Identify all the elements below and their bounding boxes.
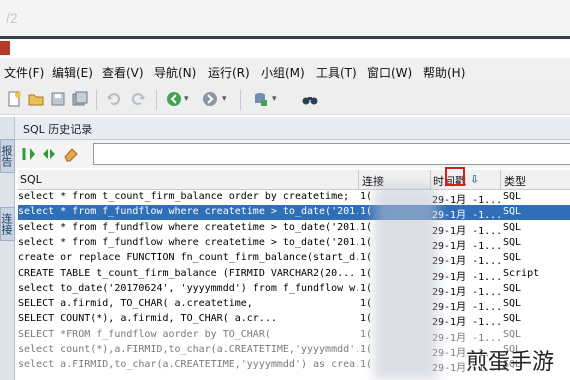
column-divider[interactable]: [358, 170, 359, 189]
left-tab-connections[interactable]: 连接: [0, 207, 15, 241]
table-row[interactable]: select * from f_fundflow where createtim…: [18, 221, 570, 237]
sql-cell: create or replace FUNCTION fn_count_firm…: [18, 252, 358, 264]
redo-icon[interactable]: [130, 91, 146, 107]
app-icon: [0, 41, 10, 55]
binoculars-icon[interactable]: [302, 91, 318, 107]
table-row[interactable]: select * from f_fundflow where createtim…: [18, 205, 570, 222]
type-cell: SQL: [503, 328, 522, 340]
sql-cell: select * from f_fundflow where createtim…: [18, 236, 358, 248]
sql-history-panel: SQL 历史记录 SQL 连接 时间戳 ⇩ 类型 select * from t…: [15, 117, 570, 380]
watermark-text: 煎蛋手游: [466, 350, 555, 375]
sql-cell: SELECT a.firmid, TO_CHAR( a.createtime,: [18, 298, 253, 310]
type-cell: SQL: [503, 298, 522, 310]
undo-icon[interactable]: [106, 91, 122, 107]
menu-view[interactable]: 查看(V): [102, 64, 144, 81]
left-tab-reports[interactable]: 报告: [0, 139, 15, 173]
eraser-icon[interactable]: [63, 146, 79, 162]
title-divider: [0, 36, 570, 39]
menu-run[interactable]: 运行(R): [208, 64, 250, 81]
replace-icon[interactable]: [41, 146, 57, 162]
menu-navigate[interactable]: 导航(N): [154, 64, 196, 81]
sql-cell: select * from t_count_firm_balance order…: [18, 191, 350, 202]
timestamp-cell: 29-1月 -1...: [432, 317, 500, 329]
panel-toolbar: [15, 140, 570, 168]
chevron-down-icon[interactable]: ▾: [272, 94, 277, 104]
save-all-icon[interactable]: [72, 91, 88, 107]
menu-team[interactable]: 小组(M): [261, 64, 305, 81]
column-header-type[interactable]: 类型: [504, 173, 526, 189]
sql-cell: select count(*),a.FIRMID,to_char(a.CREAT…: [18, 344, 358, 355]
sql-cell: select * from f_fundflow where createtim…: [18, 221, 358, 233]
chevron-down-icon[interactable]: ▾: [184, 94, 189, 104]
table-row[interactable]: SELECT COUNT(*), a.firmid, TO_CHAR( a.cr…: [18, 312, 570, 329]
timestamp-cell: 29-1月 -1...: [432, 210, 500, 222]
type-cell: SQL: [503, 191, 522, 202]
timestamp-cell: 29-1月 -1...: [432, 240, 500, 252]
timestamp-cell: 29-1月 -1...: [432, 332, 500, 344]
left-tab-strip: 报告 连接: [0, 117, 15, 380]
menu-edit[interactable]: 编辑(E): [52, 64, 93, 81]
database-connect-icon[interactable]: [252, 91, 268, 107]
timestamp-cell: 29-1月 -1...: [432, 302, 500, 314]
type-cell: SQL: [503, 252, 522, 264]
table-row[interactable]: create or replace FUNCTION fn_count_firm…: [18, 251, 570, 268]
type-cell: SQL: [503, 236, 522, 248]
open-folder-icon[interactable]: [28, 91, 44, 107]
table-row[interactable]: SELECT a.firmid, TO_CHAR( a.createtime, 1…: [18, 297, 570, 314]
column-header-sql[interactable]: SQL: [20, 173, 42, 186]
append-icon[interactable]: [21, 146, 37, 162]
new-file-icon[interactable]: [6, 91, 22, 107]
type-cell: SQL: [503, 282, 522, 294]
panel-title: SQL 历史记录: [23, 123, 93, 136]
timestamp-cell: 29-1月 -1...: [432, 256, 500, 268]
panel-header: SQL 历史记录: [15, 117, 570, 140]
type-cell: SQL: [503, 206, 522, 218]
table-row[interactable]: select * from f_fundflow where createtim…: [18, 236, 570, 252]
blurred-region: [374, 185, 438, 380]
back-icon[interactable]: [166, 91, 182, 107]
window-title-area: /2: [0, 0, 570, 39]
sql-cell: SELECT *FROM f_fundflow aorder by TO_CHA…: [18, 328, 271, 340]
save-icon[interactable]: [50, 91, 66, 107]
menu-bar: 文件(F) 编辑(E) 查看(V) 导航(N) 运行(R) 小组(M) 工具(T…: [0, 58, 570, 86]
sql-cell: select a.FIRMID,to_char(a.CREATETIME,'yy…: [18, 359, 358, 371]
menu-help[interactable]: 帮助(H): [423, 64, 465, 81]
type-cell: Script: [503, 267, 540, 279]
sql-cell: CREATE TABLE t_count_firm_balance (FIRMI…: [18, 267, 356, 279]
menu-file[interactable]: 文件(F): [4, 64, 44, 81]
main-toolbar: ▾ ▾ ▾: [0, 86, 570, 115]
sql-cell: select to_date('20170624', 'yyyymmdd') f…: [18, 282, 358, 294]
menu-window[interactable]: 窗口(W): [367, 64, 412, 81]
timestamp-cell: 29-1月 -1...: [432, 286, 500, 298]
timestamp-cell: 29-1月 -1...: [432, 195, 500, 206]
type-cell: SQL: [503, 221, 522, 233]
table-row[interactable]: select * from t_count_firm_balance order…: [18, 190, 570, 206]
table-row[interactable]: CREATE TABLE t_count_firm_balance (FIRMI…: [18, 267, 570, 283]
grid-header: SQL 连接 时间戳 ⇩ 类型: [18, 170, 570, 190]
menu-tools[interactable]: 工具(T): [316, 64, 357, 81]
column-divider[interactable]: [500, 170, 501, 189]
highlight-box: [445, 167, 465, 186]
table-row[interactable]: SELECT *FROM f_fundflow aorder by TO_CHA…: [18, 328, 570, 344]
forward-icon[interactable]: [202, 91, 218, 107]
toolbar-separator: [156, 90, 157, 110]
history-filter-input[interactable]: [93, 143, 570, 165]
timestamp-cell: 29-1月 -1...: [432, 225, 500, 237]
chevron-down-icon[interactable]: ▾: [222, 94, 227, 104]
sql-cell: select * from f_fundflow where createtim…: [18, 206, 358, 218]
toolbar-separator: [240, 90, 241, 110]
table-row[interactable]: select to_date('20170624', 'yyyymmdd') f…: [18, 282, 570, 298]
sort-down-icon[interactable]: ⇩: [470, 173, 479, 186]
type-cell: SQL: [503, 313, 522, 325]
sql-cell: SELECT COUNT(*), a.firmid, TO_CHAR( a.cr…: [18, 313, 277, 325]
toolbar-separator: [96, 90, 97, 110]
timestamp-cell: 29-1月 -1...: [432, 271, 500, 283]
window-title: /2: [6, 10, 18, 26]
